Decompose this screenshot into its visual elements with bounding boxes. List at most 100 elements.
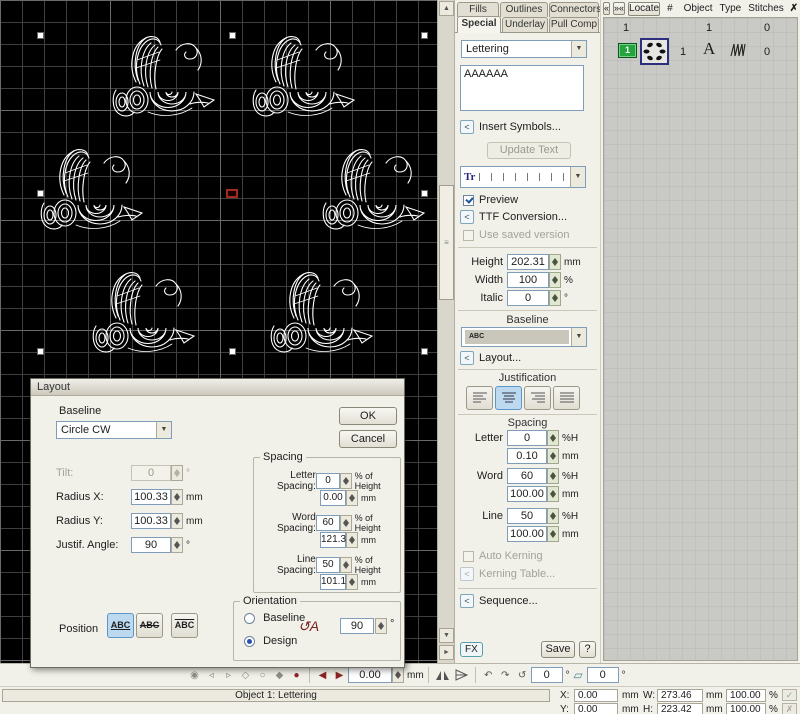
line-spacing-mm-spinner[interactable] [547, 526, 559, 542]
selection-handle-s[interactable] [229, 348, 236, 355]
dlg-word-pct-field[interactable]: 60 [316, 515, 340, 531]
letter-spacing-mm-spinner[interactable] [547, 448, 559, 464]
cancel-x-icon[interactable]: ✗ [782, 703, 797, 714]
rotate-cw-icon[interactable]: ↷ [498, 670, 513, 681]
column-header-stitches[interactable]: Stitches [748, 3, 784, 14]
tab-fills[interactable]: Fills [457, 2, 499, 17]
offset-field[interactable]: 0.00 [348, 667, 392, 683]
orient-baseline-radio[interactable]: Baseline [244, 612, 305, 624]
rotate-angle-field[interactable]: 0 [531, 667, 563, 683]
selection-handle-se[interactable] [421, 348, 428, 355]
baseline-dropdown[interactable]: ABC ▼ [461, 327, 587, 347]
canvas-vscrollbar[interactable]: ▲ ≡ ▼ ► [437, 0, 455, 663]
dlg-word-mm-field[interactable]: 121.3 [320, 532, 346, 548]
h-field[interactable]: 223.42 [657, 703, 703, 714]
tab-outlines[interactable]: Outlines [500, 2, 548, 17]
orient-angle-field[interactable]: 90 [340, 618, 374, 634]
stitch-tool-icon-2[interactable]: ◃ [204, 670, 219, 681]
font-dropdown[interactable]: Tr ▼ [460, 166, 586, 188]
kerning-table-button[interactable]: <Kerning Table... [460, 567, 555, 581]
apply-check-icon[interactable]: ✓ [782, 689, 797, 701]
w-field[interactable]: 273.46 [657, 689, 703, 702]
rotation-center-mark[interactable] [226, 189, 238, 198]
x-field[interactable]: 0.00 [574, 689, 618, 702]
selection-handle-ne[interactable] [421, 32, 428, 39]
dlg-line-mm-field[interactable]: 101.1 [320, 574, 346, 590]
stitch-tool-icon-1[interactable]: ◉ [187, 670, 202, 681]
stitch-tool-icon-3[interactable]: ▹ [221, 670, 236, 681]
dlg-word-mm-spinner[interactable] [346, 532, 358, 548]
letter-spacing-pct-spinner[interactable] [547, 430, 559, 446]
position-baseline-above-button[interactable]: ABC [171, 613, 198, 638]
mirror-vertical-icon[interactable] [454, 669, 469, 682]
position-baseline-middle-button[interactable]: ABC [136, 613, 163, 638]
dlg-line-pct-field[interactable]: 50 [316, 557, 340, 573]
width-spinner[interactable] [549, 272, 561, 288]
column-header-object[interactable]: Object [684, 3, 713, 14]
fx-button[interactable]: FX [460, 642, 483, 657]
scroll-right-icon[interactable]: ► [439, 645, 454, 660]
word-spacing-mm-field[interactable]: 100.00 [507, 486, 547, 502]
word-spacing-pct-spinner[interactable] [547, 468, 559, 484]
auto-kerning-checkbox[interactable]: Auto Kerning [463, 550, 543, 562]
w-pct-field[interactable]: 100.00 [726, 689, 766, 702]
radius-x-spinner[interactable] [171, 489, 183, 505]
lettering-text-input[interactable]: AAAAAA [460, 65, 584, 111]
italic-field[interactable]: 0 [507, 290, 549, 306]
column-header-type[interactable]: Type [720, 3, 742, 14]
letter-spacing-pct-field[interactable]: 0 [507, 430, 547, 446]
column-header-number[interactable]: # [667, 3, 673, 14]
stitch-tool-icon-6[interactable]: ◆ [272, 670, 287, 681]
height-field[interactable]: 202.31 [507, 254, 549, 270]
selection-handle-n[interactable] [229, 32, 236, 39]
vscroll-thumb[interactable]: ≡ [439, 185, 454, 300]
chevron-down-icon[interactable]: ▼ [156, 422, 171, 438]
close-icon[interactable]: ✗ [790, 3, 798, 14]
object-list[interactable]: 1 1 0 1 1 A 0 [603, 17, 798, 661]
orient-angle-spinner[interactable] [375, 618, 387, 634]
tab-pull-comp[interactable]: Pull Comp [549, 17, 599, 32]
skew-angle-field[interactable]: 0 [587, 667, 619, 683]
cancel-button[interactable]: Cancel [339, 430, 397, 448]
dlg-line-pct-spinner[interactable] [340, 557, 351, 573]
line-spacing-pct-field[interactable]: 50 [507, 508, 547, 524]
height-spinner[interactable] [549, 254, 561, 270]
word-spacing-pct-field[interactable]: 60 [507, 468, 547, 484]
letter-spacing-mm-field[interactable]: 0.10 [507, 448, 547, 464]
dock-collapse-icon[interactable]: »« [613, 2, 625, 15]
justif-angle-spinner[interactable] [171, 537, 183, 553]
save-button[interactable]: Save [541, 641, 575, 658]
object-thumbnail[interactable] [640, 38, 669, 65]
dlg-letter-pct-field[interactable]: 0 [316, 473, 340, 489]
stitch-tool-icon-5[interactable]: ○ [255, 670, 270, 681]
line-spacing-pct-spinner[interactable] [547, 508, 559, 524]
help-button[interactable]: ? [579, 641, 596, 658]
justify-full-button[interactable] [553, 386, 580, 410]
dlg-letter-mm-spinner[interactable] [346, 490, 358, 506]
dlg-line-mm-spinner[interactable] [346, 574, 358, 590]
orient-design-radio[interactable]: Design [244, 635, 297, 647]
chevron-down-icon[interactable]: ▼ [571, 328, 586, 346]
radius-y-spinner[interactable] [171, 513, 183, 529]
stitch-marker-icon-2[interactable]: ◀ [315, 670, 330, 681]
tab-connectors[interactable]: Connectors [549, 2, 599, 17]
use-saved-version-checkbox[interactable]: Use saved version [463, 229, 570, 241]
ok-button[interactable]: OK [339, 407, 397, 425]
ttf-conversion-button[interactable]: <TTF Conversion... [460, 210, 567, 224]
tilt-spinner[interactable] [171, 465, 183, 481]
color-badge[interactable]: 1 [618, 43, 637, 58]
offset-spinner[interactable] [392, 667, 404, 683]
dlg-letter-pct-spinner[interactable] [340, 473, 351, 489]
stitch-tool-icon-4[interactable]: ◇ [238, 670, 253, 681]
scroll-down-icon[interactable]: ▼ [439, 628, 454, 643]
lettering-object-icon[interactable]: A [703, 39, 715, 59]
tilt-field[interactable]: 0 [131, 465, 171, 481]
tab-underlay[interactable]: Underlay [502, 17, 548, 32]
stitch-marker-icon-1[interactable]: ● [289, 670, 304, 681]
rotate-reset-icon[interactable]: ↺ [515, 670, 530, 681]
dialog-baseline-dropdown[interactable]: Circle CW ▼ [56, 421, 172, 439]
radius-x-field[interactable]: 100.33 [131, 489, 171, 505]
layout-button[interactable]: <Layout... [460, 351, 521, 365]
dlg-letter-mm-field[interactable]: 0.00 [320, 490, 346, 506]
chevron-down-icon[interactable]: ▼ [571, 41, 586, 57]
